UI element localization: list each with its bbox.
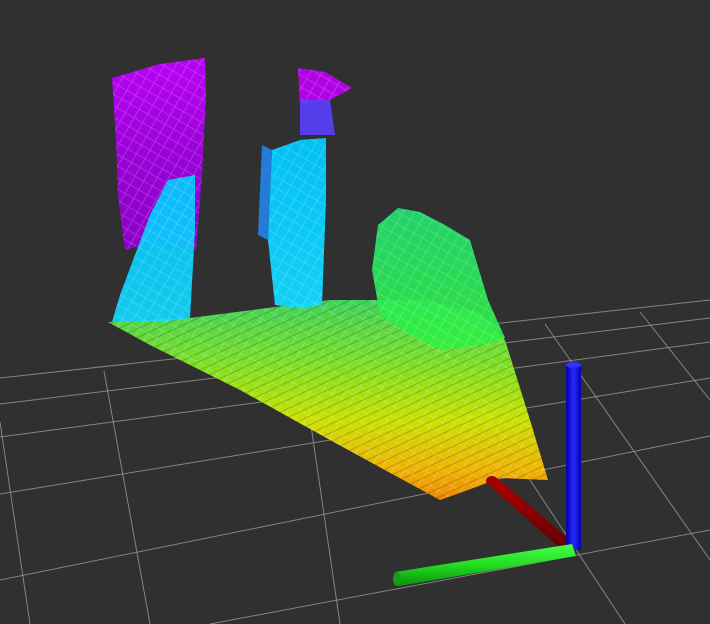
y-axis-blue bbox=[566, 365, 581, 550]
z-axis-red bbox=[488, 478, 570, 550]
x-axis-green bbox=[395, 544, 576, 586]
point-cloud bbox=[108, 58, 548, 500]
scene-canvas[interactable] bbox=[0, 0, 710, 624]
3d-viewport[interactable] bbox=[0, 0, 710, 624]
